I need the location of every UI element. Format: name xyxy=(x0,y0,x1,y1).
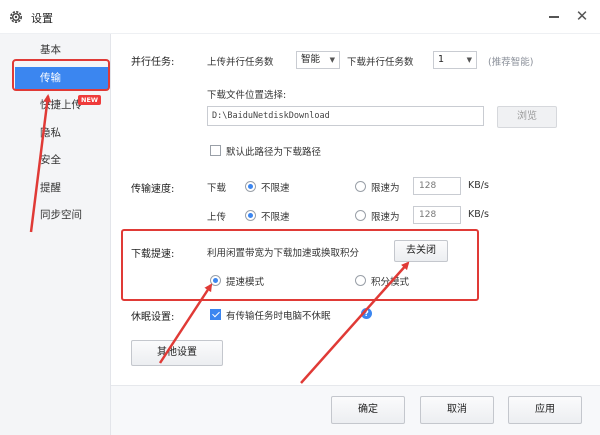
no-sleep-checkbox-label: 有传输任务时电脑不休眠 xyxy=(226,311,331,322)
sidebar-item-privacy[interactable]: 隐私 xyxy=(0,122,111,144)
annotation-box-transfer xyxy=(12,59,110,91)
apply-button[interactable]: 应用 xyxy=(508,396,582,424)
download-limit-label: 限速为 xyxy=(371,183,400,194)
download-unlimited-label: 不限速 xyxy=(261,183,290,194)
parallel-hint: (推荐智能) xyxy=(488,57,534,68)
title-bar xyxy=(0,0,600,34)
annotation-box-accelerate xyxy=(121,229,479,301)
chevron-down-icon: ▼ xyxy=(466,56,472,64)
default-path-checkbox[interactable] xyxy=(210,145,221,156)
close-button[interactable]: ✕ xyxy=(573,6,591,26)
browse-button[interactable]: 浏览 xyxy=(497,106,557,128)
sidebar-item-basic[interactable]: 基本 xyxy=(0,39,111,61)
download-path-field[interactable]: D:\BaiduNetdiskDownload xyxy=(207,106,484,126)
upload-limit-input[interactable]: 128 xyxy=(413,206,461,224)
sidebar-item-sync-space[interactable]: 同步空间 xyxy=(0,204,111,226)
download-limit-radio[interactable] xyxy=(355,181,366,192)
sleep-label: 休眠设置: xyxy=(131,312,175,323)
gear-icon xyxy=(9,10,23,24)
speed-upload-label: 上传 xyxy=(207,212,227,223)
download-parallel-value: 1 xyxy=(438,54,445,65)
upload-limit-label: 限速为 xyxy=(371,212,400,223)
upload-limit-radio[interactable] xyxy=(355,210,366,221)
speed-download-label: 下载 xyxy=(207,183,227,194)
parallel-label: 并行任务: xyxy=(131,57,175,68)
upload-limit-unit: KB/s xyxy=(468,209,489,220)
download-unlimited-radio[interactable] xyxy=(245,181,256,192)
cancel-button[interactable]: 取消 xyxy=(420,396,494,424)
speed-label: 传输速度: xyxy=(131,184,175,195)
chevron-down-icon: ▼ xyxy=(329,56,335,64)
download-parallel-select[interactable]: 1 ▼ xyxy=(433,51,477,69)
download-parallel-label: 下载并行任务数 xyxy=(347,57,414,68)
other-settings-button[interactable]: 其他设置 xyxy=(131,340,223,366)
minimize-button[interactable] xyxy=(545,7,563,25)
upload-parallel-label: 上传并行任务数 xyxy=(207,57,274,68)
no-sleep-checkbox[interactable] xyxy=(210,309,221,320)
default-path-checkbox-label: 默认此路径为下载路径 xyxy=(226,147,322,158)
new-badge: NEW xyxy=(78,95,102,105)
help-icon[interactable]: ? xyxy=(361,308,372,319)
upload-unlimited-label: 不限速 xyxy=(261,212,290,223)
download-location-label: 下载文件位置选择: xyxy=(207,90,287,101)
download-limit-input[interactable]: 128 xyxy=(413,177,461,195)
upload-parallel-select[interactable]: 智能 ▼ xyxy=(296,51,340,69)
sidebar-item-reminder[interactable]: 提醒 xyxy=(0,177,111,199)
upload-unlimited-radio[interactable] xyxy=(245,210,256,221)
window-title: 设置 xyxy=(31,12,53,25)
upload-parallel-value: 智能 xyxy=(301,54,321,65)
ok-button[interactable]: 确定 xyxy=(331,396,405,424)
download-limit-unit: KB/s xyxy=(468,180,489,191)
sidebar-item-security[interactable]: 安全 xyxy=(0,149,111,171)
